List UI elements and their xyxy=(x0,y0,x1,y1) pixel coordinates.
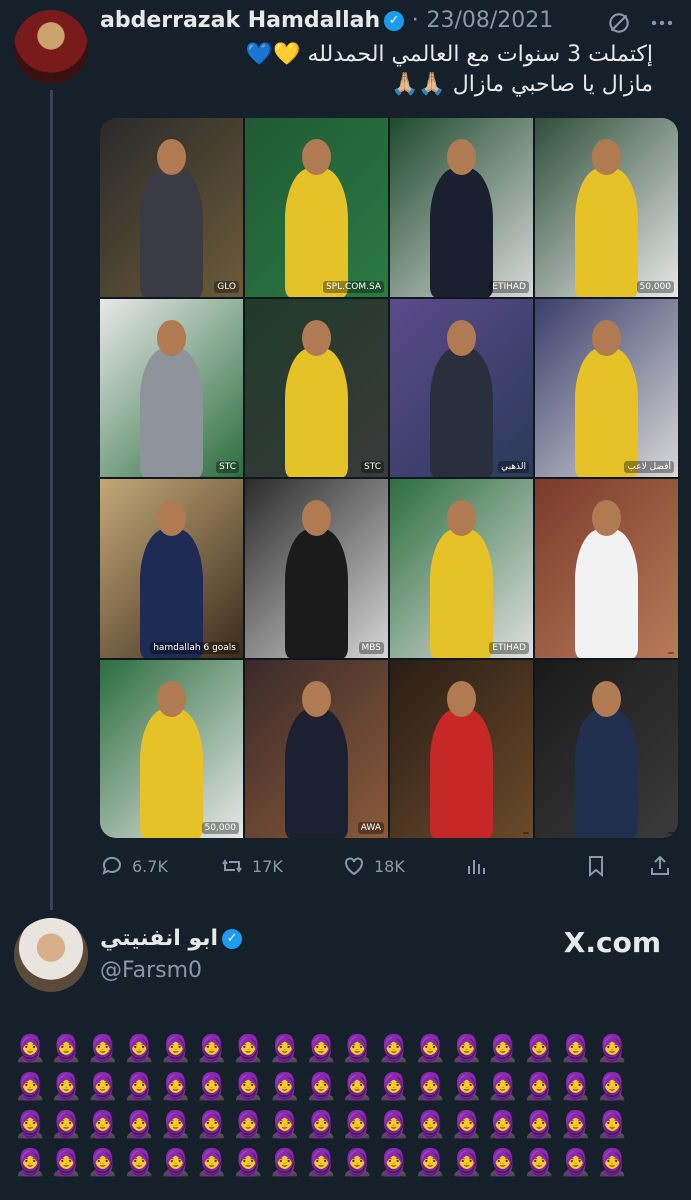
verified-badge-icon: ✓ xyxy=(384,11,405,31)
photo-caption: AWA xyxy=(357,822,384,834)
photo-8[interactable]: أفضل لاعب xyxy=(535,298,678,477)
photo-6[interactable]: STC xyxy=(245,298,388,477)
photo-caption xyxy=(668,651,674,654)
separator: · xyxy=(411,8,419,33)
photo-caption: SPL.COM.SA xyxy=(322,280,384,293)
photo-3[interactable]: ETIHAD xyxy=(390,118,533,297)
share-button[interactable] xyxy=(648,848,672,884)
photo-7[interactable]: الذهبي xyxy=(390,298,533,477)
retweet-button[interactable]: 17K xyxy=(220,848,283,884)
photo-16[interactable] xyxy=(535,659,678,838)
share-icon xyxy=(651,855,669,875)
analytics-icon xyxy=(468,860,485,874)
photo-caption: ETIHAD xyxy=(489,280,529,293)
photo-1[interactable]: GLO xyxy=(100,118,243,297)
photo-caption: STC xyxy=(361,461,384,473)
emoji-row: 🧕🧕🧕🧕🧕🧕🧕🧕🧕🧕🧕🧕🧕🧕🧕🧕🧕 xyxy=(14,1072,633,1102)
photo-10[interactable]: MBS xyxy=(245,479,388,658)
emoji-block: 🧕🧕🧕🧕🧕🧕🧕🧕🧕🧕🧕🧕🧕🧕🧕🧕🧕 🧕🧕🧕🧕🧕🧕🧕🧕🧕🧕🧕🧕🧕🧕🧕🧕🧕 🧕🧕🧕🧕… xyxy=(14,1030,674,1182)
emoji-row: 🧕🧕🧕🧕🧕🧕🧕🧕🧕🧕🧕🧕🧕🧕🧕🧕🧕 xyxy=(14,1110,633,1140)
photo-caption xyxy=(523,832,529,834)
photo-12[interactable] xyxy=(535,479,678,658)
photo-caption: 50,000 xyxy=(201,822,239,834)
photo-collage[interactable]: GLO SPL.COM.SA ETIHAD 50,000 STC STC الذ… xyxy=(100,118,678,838)
author-avatar[interactable] xyxy=(14,10,88,84)
photo-caption: GLO xyxy=(214,280,239,293)
photo-11[interactable]: ETIHAD xyxy=(390,479,533,658)
photo-15[interactable] xyxy=(390,659,533,838)
tweet-actions-bar: 6.7K 17K 18K xyxy=(100,848,678,884)
more-options-icon[interactable] xyxy=(648,10,676,36)
x-com-watermark: X.com xyxy=(563,926,661,959)
photo-caption xyxy=(668,832,674,834)
photo-caption: hamdallah 6 goals xyxy=(150,641,239,654)
emoji-row: 🧕🧕🧕🧕🧕🧕🧕🧕🧕🧕🧕🧕🧕🧕🧕🧕🧕 xyxy=(14,1148,633,1178)
photo-4[interactable]: 50,000 xyxy=(535,118,678,297)
quote-author-avatar[interactable] xyxy=(14,918,88,992)
like-count: 18K xyxy=(374,856,405,876)
photo-caption: أفضل لاعب xyxy=(624,461,674,473)
verified-badge-icon: ✓ xyxy=(222,929,243,949)
photo-caption: STC xyxy=(216,461,239,473)
tweet-text-line-1: إكتملت 3 سنوات مع العالمي الحمدلله 💛💙 xyxy=(245,42,653,67)
photo-2[interactable]: SPL.COM.SA xyxy=(245,118,388,297)
heart-icon xyxy=(345,857,363,876)
like-button[interactable]: 18K xyxy=(342,848,405,884)
bookmark-icon xyxy=(589,856,603,878)
emoji-row: 🧕🧕🧕🧕🧕🧕🧕🧕🧕🧕🧕🧕🧕🧕🧕🧕🧕 xyxy=(14,1034,633,1064)
quote-author-handle[interactable]: @Farsm0 xyxy=(100,958,202,983)
tweet-text-line-2: مازال يا صاحبي مازال 🙏🏼🙏🏼 xyxy=(391,72,653,97)
reply-count: 6.7K xyxy=(132,856,168,876)
views-button[interactable] xyxy=(464,848,488,884)
tweet-header: abderrazak Hamdallah ✓ · 23/08/2021 xyxy=(100,8,553,33)
photo-caption: 50,000 xyxy=(636,280,674,293)
photo-5[interactable]: STC xyxy=(100,298,243,477)
photo-caption: MBS xyxy=(358,641,384,654)
grok-icon[interactable] xyxy=(606,10,632,36)
photo-caption: الذهبي xyxy=(498,461,529,473)
tweet-text: إكتملت 3 سنوات مع العالمي الحمدلله 💛💙 ما… xyxy=(93,40,653,100)
bookmark-button[interactable] xyxy=(584,848,608,884)
tweet-date[interactable]: 23/08/2021 xyxy=(426,8,553,33)
photo-14[interactable]: AWA xyxy=(245,659,388,838)
retweet-count: 17K xyxy=(252,856,283,876)
thread-line xyxy=(50,90,53,910)
author-name[interactable]: abderrazak Hamdallah xyxy=(100,8,380,33)
reply-icon xyxy=(102,856,121,875)
retweet-icon xyxy=(222,859,242,873)
photo-13[interactable]: 50,000 xyxy=(100,659,243,838)
photo-9[interactable]: hamdallah 6 goals xyxy=(100,479,243,658)
quote-header: ابو انفنيتي ✓ xyxy=(100,926,243,951)
reply-button[interactable]: 6.7K xyxy=(100,848,168,884)
quote-author-name[interactable]: ابو انفنيتي xyxy=(100,926,218,951)
photo-caption: ETIHAD xyxy=(489,641,529,654)
